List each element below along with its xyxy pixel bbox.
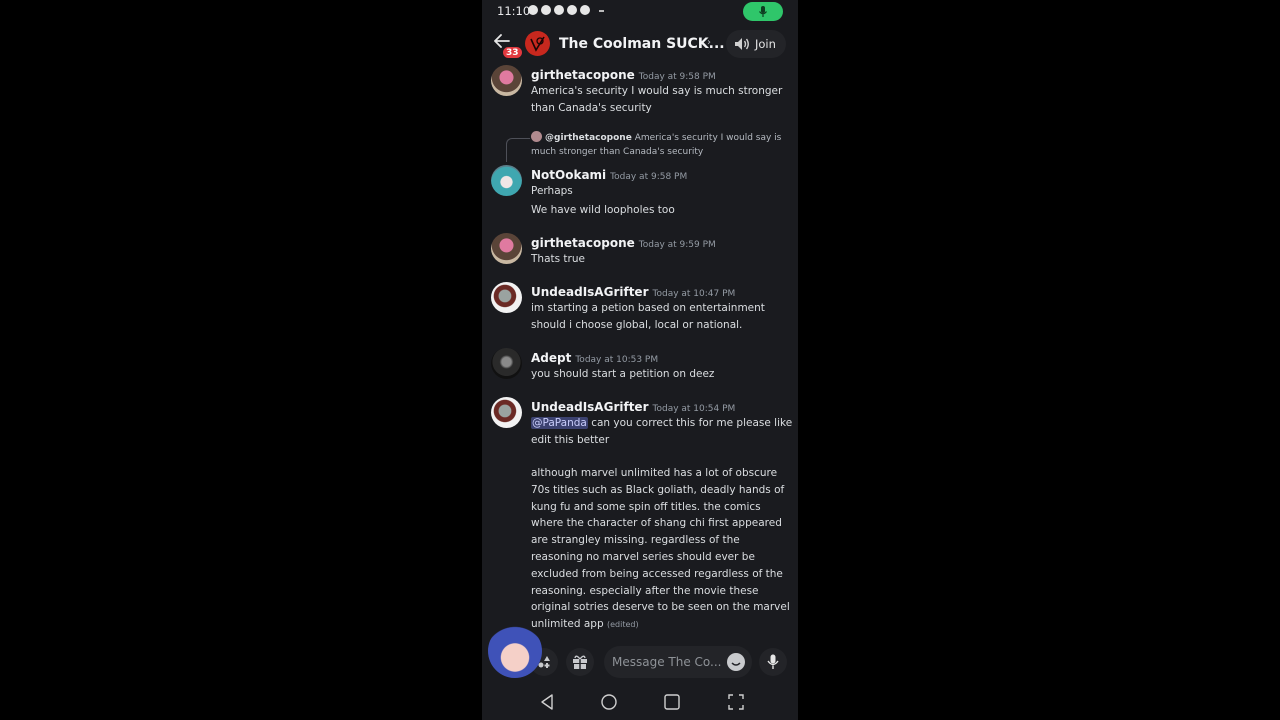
join-voice-button[interactable]: Join [726,30,786,58]
timestamp: Today at 10:47 PM [652,289,736,299]
home-circle-icon [601,694,617,710]
avatar[interactable] [491,282,522,313]
microphone-icon [759,5,767,17]
mic-active-indicator[interactable] [743,2,783,21]
more-notifications-icon [599,10,604,12]
author-name: UndeadIsAGrifter [531,400,649,414]
message-text: im starting a petion based on entertainm… [531,302,765,331]
discord-mobile-screen: 11:10 33 The Coolman SUCK... › Join girt… [482,0,798,720]
user-mention[interactable]: @PaPanda [531,417,588,429]
microphone-icon [767,654,779,669]
username[interactable]: girthetacopone Today at 9:58 PM [531,68,716,82]
speaker-icon [735,38,749,50]
message-text: America's security I would say is much s… [531,85,783,114]
message-text: @PaPanda can you correct this for me ple… [531,415,793,449]
smiley-icon [731,662,741,666]
avatar[interactable] [491,233,522,264]
nav-back-button[interactable] [537,692,557,712]
timestamp: Today at 10:53 PM [575,355,659,365]
voice-message-button[interactable] [759,648,787,676]
gift-button[interactable] [566,648,594,676]
author-name: Adept [531,351,572,365]
facebook-icon [580,5,590,15]
edited-label: (edited) [606,620,639,630]
username[interactable]: UndeadIsAGrifter Today at 10:47 PM [531,285,735,299]
server-icon[interactable] [525,31,550,56]
reply-author: @girthetacopone [545,133,632,143]
snapchat-icon [554,5,564,15]
message-text: Perhaps [531,185,573,197]
author-name: girthetacopone [531,68,635,82]
unread-badge: 33 [502,46,523,59]
username[interactable]: UndeadIsAGrifter Today at 10:54 PM [531,400,735,414]
author-name: NotOokami [531,168,607,182]
channel-header: 33 The Coolman SUCK... › Join [482,26,798,64]
emoji-button[interactable] [727,653,745,671]
username[interactable]: Adept Today at 10:53 PM [531,351,658,365]
channel-title[interactable]: The Coolman SUCK... [559,36,725,52]
my-avatar[interactable] [488,624,542,678]
gift-icon [573,655,587,669]
author-name: UndeadIsAGrifter [531,285,649,299]
username[interactable]: girthetacopone Today at 9:59 PM [531,236,716,250]
reply-connector [506,138,530,162]
message-composer [482,624,798,684]
screenshot-frame-icon [728,694,744,710]
avatar[interactable] [491,65,522,96]
message-text: Thats true [531,253,585,265]
timestamp: Today at 9:58 PM [638,72,716,82]
timestamp: Today at 10:54 PM [652,404,736,414]
status-bar: 11:10 [482,0,798,24]
timestamp: Today at 9:58 PM [610,172,688,182]
nav-screenshot-button[interactable] [726,692,746,712]
message-line: although marvel unlimited has a lot of o… [531,467,790,631]
recents-square-icon [664,694,680,710]
system-nav-bar [482,684,798,720]
snapchat-icon [567,5,577,15]
notification-icons [528,5,604,15]
avatar[interactable] [491,165,522,196]
back-triangle-icon [541,694,553,710]
server-logo-icon [530,36,545,52]
avatar[interactable] [491,348,522,379]
author-name: girthetacopone [531,236,635,250]
nav-home-button[interactable] [599,692,619,712]
chevron-right-icon[interactable]: › [707,37,711,48]
join-label: Join [755,37,776,51]
reply-avatar [531,131,542,142]
message-text: you should start a petition on deez [531,368,715,380]
clock: 11:10 [497,4,531,18]
timestamp: Today at 9:59 PM [638,240,716,250]
reply-preview[interactable]: @girthetacopone America's security I wou… [531,131,793,159]
username[interactable]: NotOokami Today at 9:58 PM [531,168,687,182]
chat-bubble-icon [528,5,538,15]
nav-recents-button[interactable] [662,692,682,712]
avatar[interactable] [491,397,522,428]
message-text: We have wild loopholes too [531,204,675,216]
messenger-icon [541,5,551,15]
message-text: although marvel unlimited has a lot of o… [531,465,793,634]
